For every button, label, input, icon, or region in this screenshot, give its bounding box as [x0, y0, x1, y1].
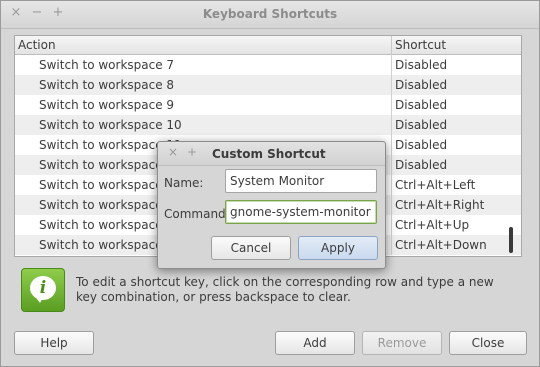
row-shortcut[interactable]: Disabled — [395, 158, 447, 172]
row-action: Switch to workspace 8 — [39, 78, 175, 92]
row-action: Switch to workspace 7 — [39, 58, 175, 72]
table-row[interactable]: Switch to workspace 8 Disabled — [15, 75, 521, 95]
name-label: Name: — [164, 176, 204, 190]
row-divider — [391, 135, 392, 155]
add-button[interactable]: Add — [275, 331, 355, 355]
table-header: Action Shortcut — [15, 36, 521, 55]
command-field[interactable]: gnome-system-monitor — [225, 200, 377, 224]
table-row[interactable]: Switch to workspace 9 Disabled — [15, 95, 521, 115]
row-divider — [391, 55, 392, 75]
help-button[interactable]: Help — [14, 331, 94, 355]
row-divider — [391, 75, 392, 95]
row-shortcut[interactable]: Ctrl+Alt+Left — [395, 178, 475, 192]
row-shortcut[interactable]: Ctrl+Alt+Right — [395, 198, 484, 212]
column-separator — [391, 36, 392, 55]
cancel-button[interactable]: Cancel — [211, 236, 291, 260]
column-header-action[interactable]: Action — [18, 38, 56, 52]
title-bar[interactable]: × − + Keyboard Shortcuts — [1, 1, 539, 29]
table-row[interactable]: Switch to workspace 10 Disabled — [15, 115, 521, 135]
info-bubble-icon: i — [21, 268, 65, 312]
info-glyph: i — [39, 278, 47, 298]
apply-button[interactable]: Apply — [298, 236, 378, 260]
row-shortcut[interactable]: Ctrl+Alt+Up — [395, 218, 469, 232]
column-header-shortcut[interactable]: Shortcut — [395, 38, 446, 52]
row-shortcut[interactable]: Disabled — [395, 118, 447, 132]
remove-button[interactable]: Remove — [362, 331, 442, 355]
dialog-close-icon[interactable]: × — [167, 146, 179, 158]
scrollbar-thumb[interactable] — [509, 227, 513, 253]
name-field[interactable]: System Monitor — [225, 169, 377, 193]
table-row[interactable]: Switch to workspace 7 Disabled — [15, 55, 521, 75]
dialog-maximize-icon[interactable]: + — [186, 146, 198, 158]
row-action: Switch to workspace 10 — [39, 118, 182, 132]
row-divider — [391, 195, 392, 215]
help-text: To edit a shortcut key, click on the cor… — [76, 275, 494, 304]
dialog-title: Custom Shortcut — [212, 147, 326, 161]
row-divider — [391, 215, 392, 235]
row-divider — [391, 235, 392, 255]
dialog-title-bar[interactable]: × + Custom Shortcut — [158, 142, 385, 166]
row-divider — [391, 115, 392, 135]
command-label: Command: — [164, 207, 230, 221]
row-shortcut[interactable]: Disabled — [395, 138, 447, 152]
row-shortcut[interactable]: Ctrl+Alt+Down — [395, 238, 487, 252]
close-button[interactable]: Close — [449, 331, 527, 355]
row-shortcut[interactable]: Disabled — [395, 98, 447, 112]
window-title: Keyboard Shortcuts — [202, 7, 338, 21]
row-divider — [391, 155, 392, 175]
custom-shortcut-dialog: × + Custom Shortcut Name: System Monitor… — [157, 141, 386, 269]
row-divider — [391, 175, 392, 195]
row-shortcut[interactable]: Disabled — [395, 78, 447, 92]
row-action: Switch to workspace 9 — [39, 98, 175, 112]
row-shortcut[interactable]: Disabled — [395, 58, 447, 72]
row-divider — [391, 95, 392, 115]
